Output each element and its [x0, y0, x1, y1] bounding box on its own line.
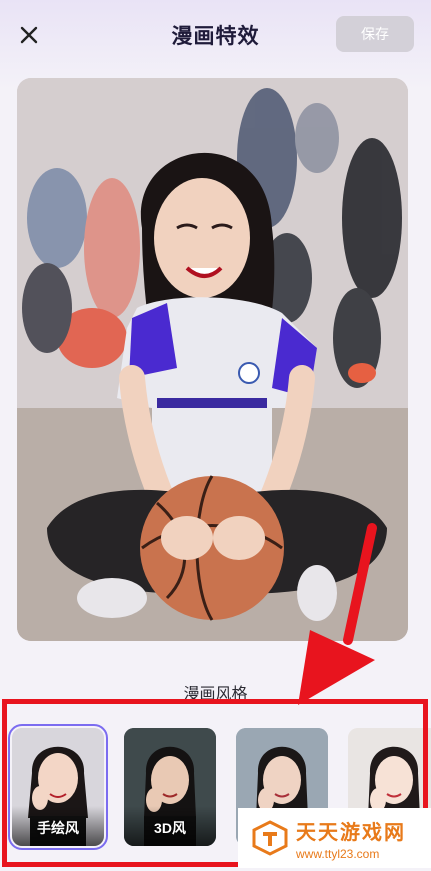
style-card-hand-drawn[interactable]: 手绘风 [8, 724, 108, 850]
watermark-logo-icon [252, 820, 288, 856]
watermark-url: www.ttyl23.com [296, 846, 380, 861]
watermark-name: 天天游戏网 [296, 821, 406, 844]
header: 漫画特效 保存 [0, 0, 431, 70]
style-label: 手绘风 [37, 820, 79, 836]
style-label: 3D风 [154, 820, 186, 836]
style-card-3d[interactable]: 3D风 [124, 728, 216, 846]
save-button[interactable]: 保存 [336, 16, 414, 52]
watermark: 天天游戏网 www.ttyl23.com [238, 808, 431, 868]
annotation-arrow-icon [298, 523, 377, 705]
